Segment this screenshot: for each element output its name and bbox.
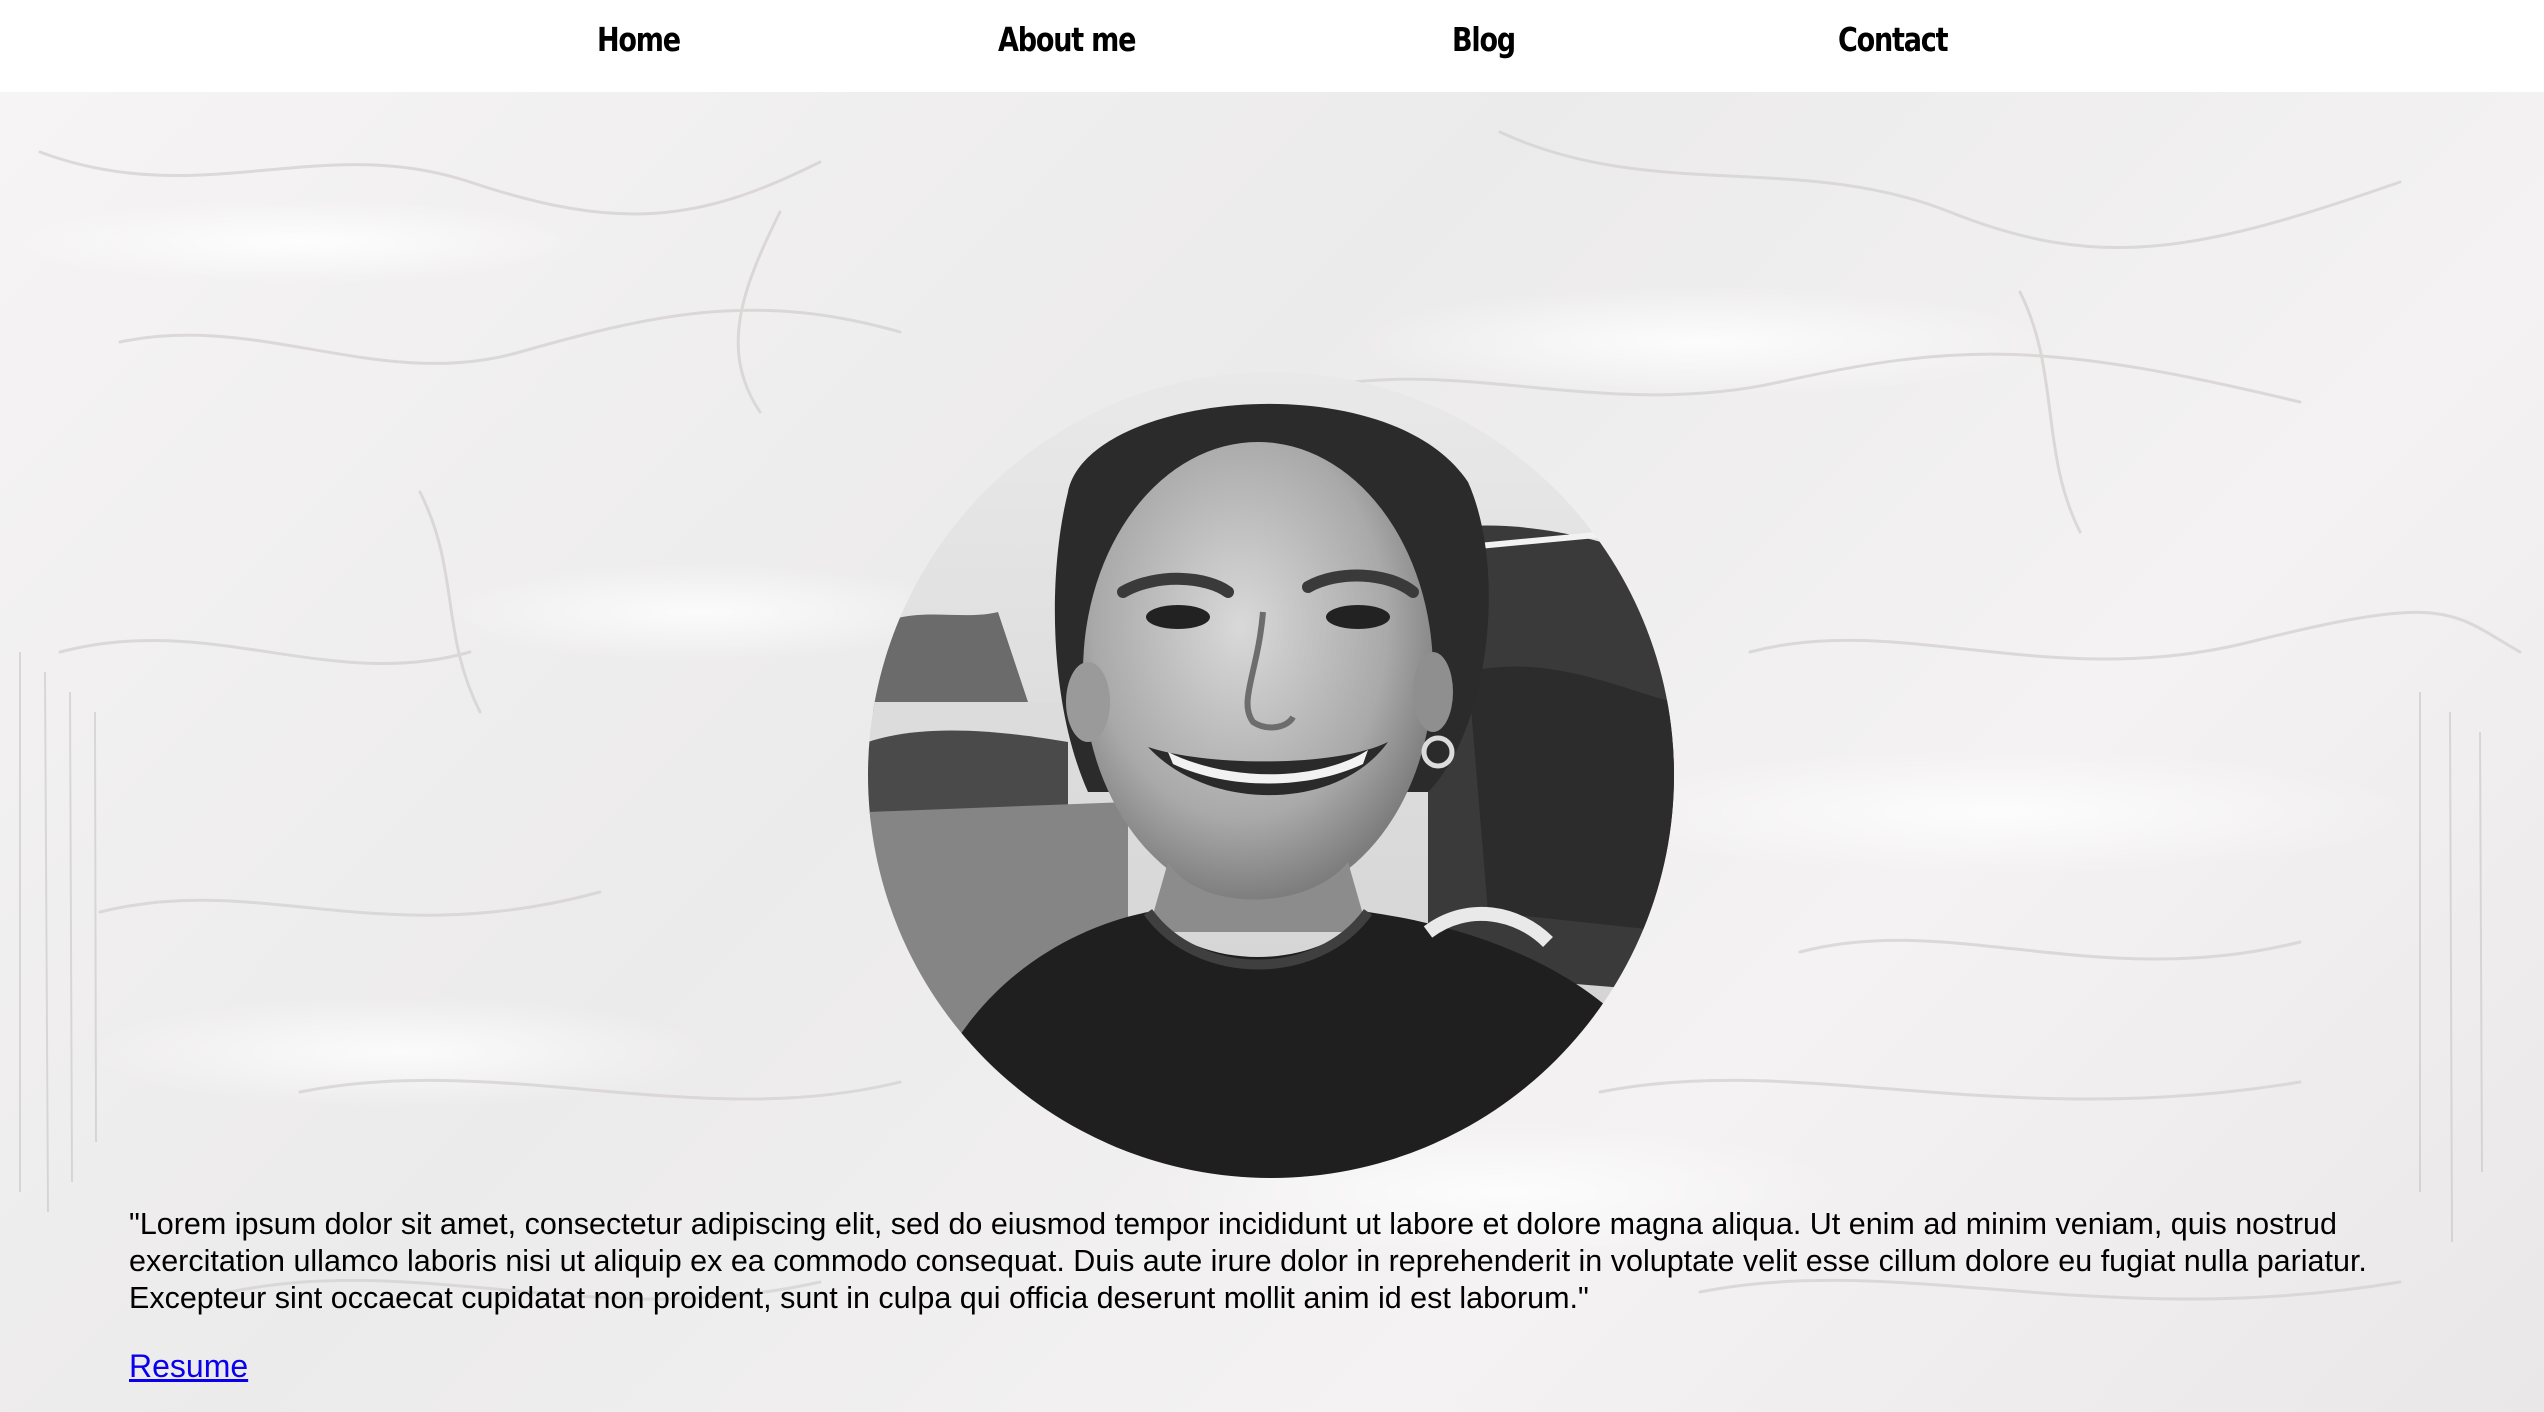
profile-photo [868,372,1674,1178]
top-navigation: Home About me Blog Contact [0,0,2544,92]
nav-contact-link[interactable]: Contact [1838,20,1949,59]
about-quote: "Lorem ipsum dolor sit amet, consectetur… [129,1207,2367,1315]
nav-about-me-link[interactable]: About me [998,20,1136,59]
resume-link[interactable]: Resume [129,1348,248,1385]
portrait-photo-icon [868,372,1674,1178]
nav-blog-link[interactable]: Blog [1452,20,1516,59]
nav-home-link[interactable]: Home [597,20,681,59]
